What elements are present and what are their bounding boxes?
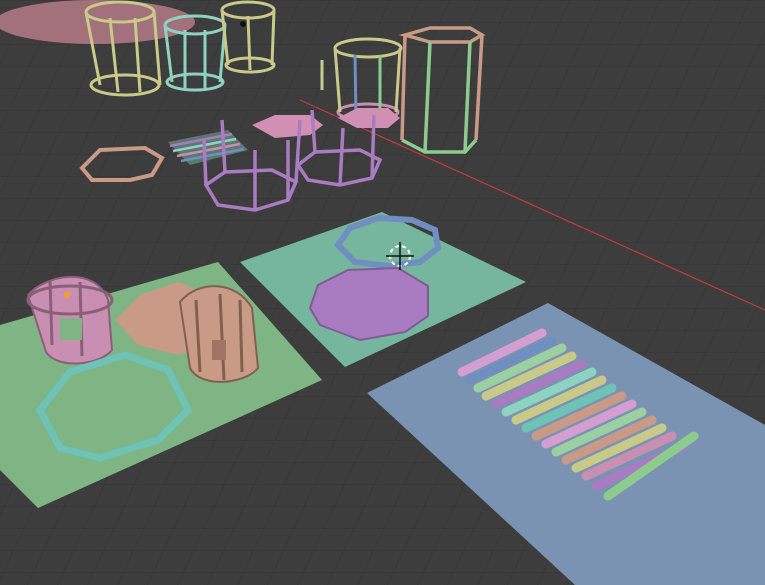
- tube-peach[interactable]: [178, 285, 260, 383]
- origin-point: [64, 292, 70, 298]
- 3d-viewport[interactable]: [0, 0, 765, 585]
- viewport-canvas[interactable]: [0, 0, 765, 585]
- cursor-small: [240, 21, 246, 27]
